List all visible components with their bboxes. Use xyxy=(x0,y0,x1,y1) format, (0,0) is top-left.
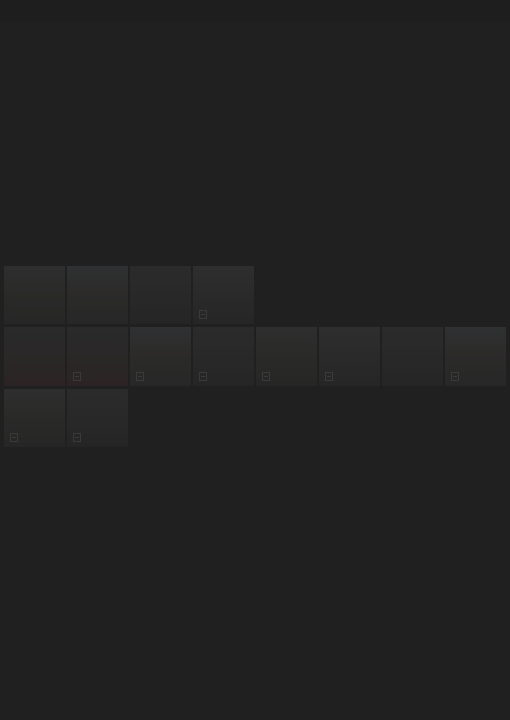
image-thumbnail[interactable] xyxy=(319,327,380,386)
image-placeholder-icon xyxy=(73,433,81,442)
image-gallery xyxy=(4,266,506,450)
thumbnail-image xyxy=(4,266,65,324)
gallery-row xyxy=(4,327,506,386)
image-thumbnail[interactable] xyxy=(130,327,191,386)
image-thumbnail[interactable] xyxy=(256,327,317,386)
thumbnail-image xyxy=(4,327,65,386)
image-thumbnail[interactable] xyxy=(193,327,254,386)
app-screen xyxy=(0,0,510,720)
gallery-row xyxy=(4,389,506,447)
image-placeholder-icon xyxy=(73,372,81,381)
image-placeholder-icon xyxy=(10,433,18,442)
image-placeholder-icon xyxy=(325,372,333,381)
image-thumbnail[interactable] xyxy=(445,327,506,386)
image-thumbnail[interactable] xyxy=(193,266,254,324)
image-thumbnail[interactable] xyxy=(130,266,191,324)
image-thumbnail[interactable] xyxy=(67,266,128,324)
image-thumbnail[interactable] xyxy=(382,327,443,386)
image-thumbnail[interactable] xyxy=(67,327,128,386)
image-placeholder-icon xyxy=(199,372,207,381)
thumbnail-image xyxy=(130,266,191,324)
image-placeholder-icon xyxy=(262,372,270,381)
image-thumbnail[interactable] xyxy=(4,389,65,447)
thumbnail-image xyxy=(382,327,443,386)
top-bar xyxy=(0,0,510,22)
image-thumbnail[interactable] xyxy=(4,327,65,386)
image-thumbnail[interactable] xyxy=(4,266,65,324)
gallery-row xyxy=(4,266,506,324)
image-thumbnail[interactable] xyxy=(67,389,128,447)
image-placeholder-icon xyxy=(451,372,459,381)
image-placeholder-icon xyxy=(199,310,207,319)
thumbnail-image xyxy=(67,266,128,324)
image-placeholder-icon xyxy=(136,372,144,381)
